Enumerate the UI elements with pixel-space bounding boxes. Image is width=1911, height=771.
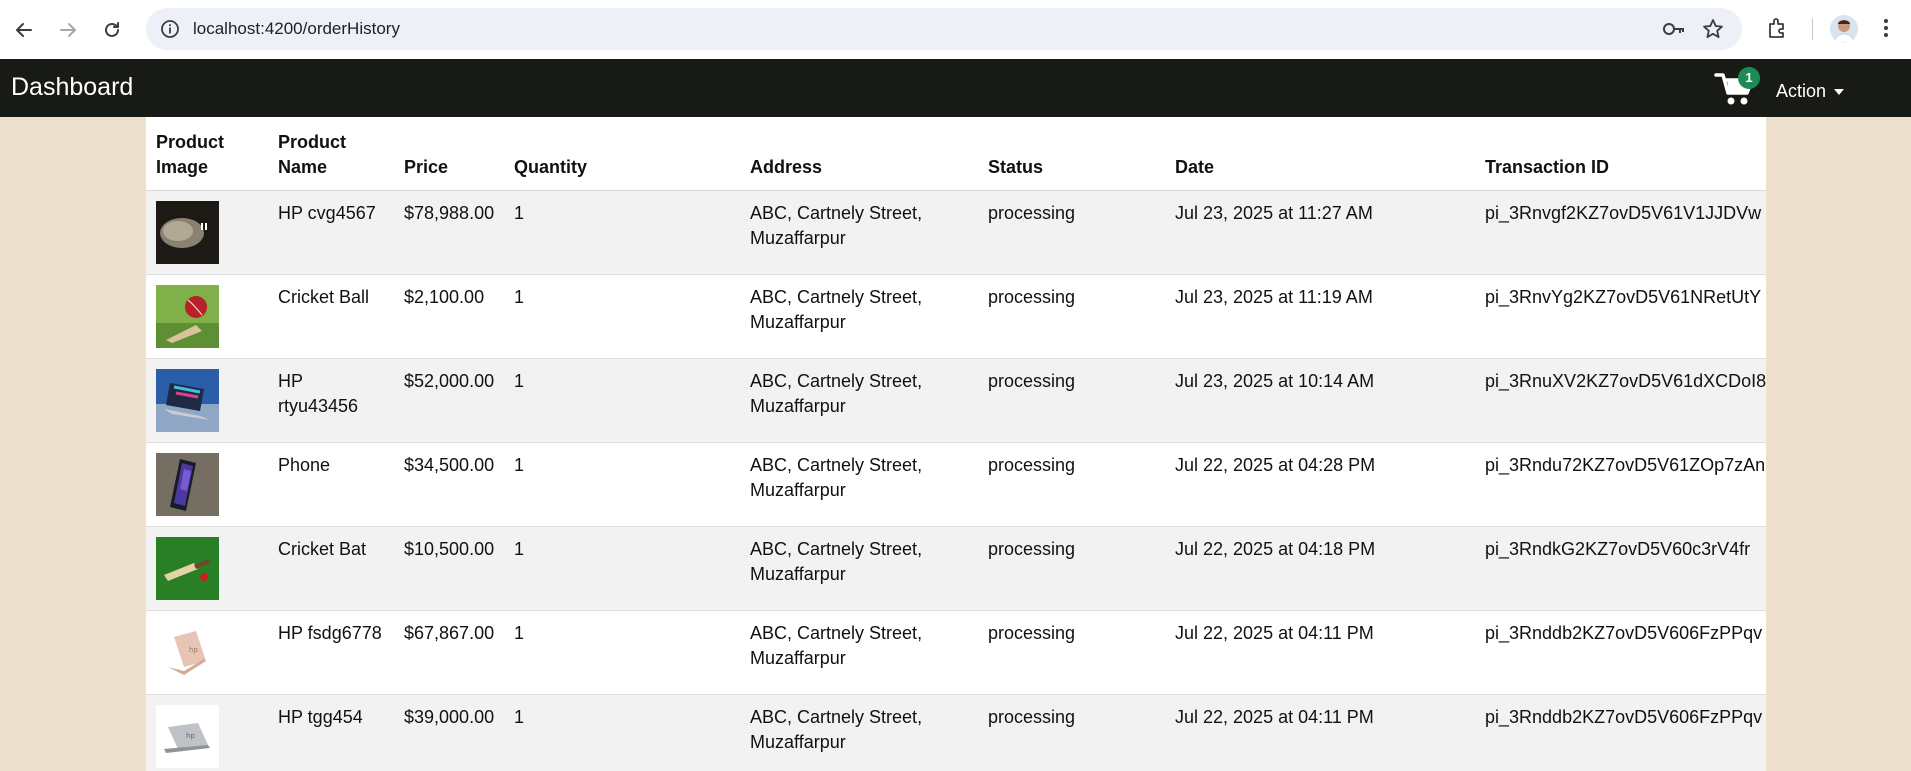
action-dropdown[interactable]: Action <box>1776 81 1845 102</box>
header-price: Price <box>394 117 504 191</box>
transaction-id: pi_3Rndu72KZ7ovD5V61ZOp7zAn <box>1475 442 1766 527</box>
bookmark-star-icon[interactable] <box>1702 18 1724 45</box>
status: processing <box>978 442 1165 527</box>
quantity: 1 <box>504 610 740 695</box>
table-row: hp HP fsdg6778 $67,867.00 1 ABC, Cartnel… <box>146 610 1766 695</box>
status: processing <box>978 358 1165 443</box>
more-menu-icon[interactable] <box>1882 16 1890 45</box>
price: $52,000.00 <box>394 358 504 443</box>
address: ABC, Cartnely Street, Muzaffarpur <box>740 274 978 359</box>
table-row: HP cvg4567 $78,988.00 1 ABC, Cartnely St… <box>146 190 1766 275</box>
transaction-id: pi_3RnuXV2KZ7ovD5V61dXCDoI8 <box>1475 358 1766 443</box>
product-name: HP fsdg6778 <box>268 610 394 695</box>
date: Jul 23, 2025 at 11:19 AM <box>1165 274 1475 359</box>
date: Jul 22, 2025 at 04:28 PM <box>1165 442 1475 527</box>
product-name: Cricket Bat <box>268 526 394 611</box>
header-date: Date <box>1165 117 1475 191</box>
price: $34,500.00 <box>394 442 504 527</box>
table-row: Cricket Ball $2,100.00 1 ABC, Cartnely S… <box>146 274 1766 359</box>
cart-count-badge: 1 <box>1738 67 1760 89</box>
status: processing <box>978 190 1165 275</box>
table-row: HP rtyu43456 $52,000.00 1 ABC, Cartnely … <box>146 358 1766 443</box>
price: $10,500.00 <box>394 526 504 611</box>
order-history-table: Product Image Product Name Price Quantit… <box>146 117 1766 771</box>
price: $2,100.00 <box>394 274 504 359</box>
app-navbar: Dashboard 1 Action <box>0 59 1911 117</box>
action-label: Action <box>1776 81 1827 101</box>
product-name: HP tgg454 <box>268 694 394 771</box>
extensions-icon[interactable] <box>1766 16 1790 45</box>
laptop-silver-image: hp <box>156 705 219 768</box>
product-name: HP cvg4567 <box>268 190 394 275</box>
date: Jul 22, 2025 at 04:11 PM <box>1165 694 1475 771</box>
product-name: Phone <box>268 442 394 527</box>
date: Jul 22, 2025 at 04:18 PM <box>1165 526 1475 611</box>
svg-text:hp: hp <box>189 646 198 654</box>
header-product-image: Product Image <box>146 117 268 191</box>
status: processing <box>978 694 1165 771</box>
caret-down-icon <box>1834 89 1845 96</box>
address: ABC, Cartnely Street, Muzaffarpur <box>740 610 978 695</box>
toolbar-divider <box>1812 18 1813 40</box>
cricket-ball-image <box>156 285 219 348</box>
address: ABC, Cartnely Street, Muzaffarpur <box>740 526 978 611</box>
laptop-rose-image: hp <box>156 621 219 684</box>
address: ABC, Cartnely Street, Muzaffarpur <box>740 442 978 527</box>
quantity: 1 <box>504 274 740 359</box>
svg-text:hp: hp <box>186 732 195 740</box>
quantity: 1 <box>504 190 740 275</box>
quantity: 1 <box>504 526 740 611</box>
address: ABC, Cartnely Street, Muzaffarpur <box>740 358 978 443</box>
transaction-id: pi_3RndkG2KZ7ovD5V60c3rV4fr <box>1475 526 1766 611</box>
golf-club-image <box>156 201 219 264</box>
product-name: HP rtyu43456 <box>268 358 394 443</box>
header-status: Status <box>978 117 1165 191</box>
table-row: hp HP tgg454 $39,000.00 1 ABC, Cartnely … <box>146 694 1766 771</box>
reload-icon[interactable] <box>96 14 128 46</box>
price: $78,988.00 <box>394 190 504 275</box>
profile-avatar[interactable] <box>1830 15 1858 43</box>
brand-title[interactable]: Dashboard <box>11 73 133 102</box>
phone-image <box>156 453 219 516</box>
header-product-name: Product Name <box>268 117 394 191</box>
browser-toolbar: localhost:4200/orderHistory <box>0 0 1911 59</box>
table-header-row: Product Image Product Name Price Quantit… <box>146 117 1766 191</box>
transaction-id: pi_3Rnddb2KZ7ovD5V606FzPPqv <box>1475 694 1766 771</box>
status: processing <box>978 274 1165 359</box>
address: ABC, Cartnely Street, Muzaffarpur <box>740 190 978 275</box>
transaction-id: pi_3Rnddb2KZ7ovD5V606FzPPqv <box>1475 610 1766 695</box>
site-info-icon[interactable] <box>160 19 180 44</box>
price: $39,000.00 <box>394 694 504 771</box>
table-row: Phone $34,500.00 1 ABC, Cartnely Street,… <box>146 442 1766 527</box>
address-bar[interactable]: localhost:4200/orderHistory <box>146 8 1742 50</box>
password-key-icon[interactable] <box>1662 20 1686 43</box>
date: Jul 23, 2025 at 10:14 AM <box>1165 358 1475 443</box>
header-quantity: Quantity <box>504 117 740 191</box>
quantity: 1 <box>504 442 740 527</box>
address: ABC, Cartnely Street, Muzaffarpur <box>740 694 978 771</box>
forward-arrow-icon[interactable] <box>52 14 84 46</box>
laptop-image <box>156 369 219 432</box>
url-text[interactable]: localhost:4200/orderHistory <box>193 19 400 39</box>
product-name: Cricket Ball <box>268 274 394 359</box>
price: $67,867.00 <box>394 610 504 695</box>
date: Jul 22, 2025 at 04:11 PM <box>1165 610 1475 695</box>
cricket-bat-image <box>156 537 219 600</box>
quantity: 1 <box>504 694 740 771</box>
back-arrow-icon[interactable] <box>8 14 40 46</box>
status: processing <box>978 526 1165 611</box>
transaction-id: pi_3RnvYg2KZ7ovD5V61NRetUtY <box>1475 274 1766 359</box>
order-history-table-container: Product Image Product Name Price Quantit… <box>146 117 1766 771</box>
date: Jul 23, 2025 at 11:27 AM <box>1165 190 1475 275</box>
transaction-id: pi_3Rnvgf2KZ7ovD5V61V1JJDVw <box>1475 190 1766 275</box>
header-address: Address <box>740 117 978 191</box>
quantity: 1 <box>504 358 740 443</box>
header-transaction-id: Transaction ID <box>1475 117 1766 191</box>
status: processing <box>978 610 1165 695</box>
table-row: Cricket Bat $10,500.00 1 ABC, Cartnely S… <box>146 526 1766 611</box>
